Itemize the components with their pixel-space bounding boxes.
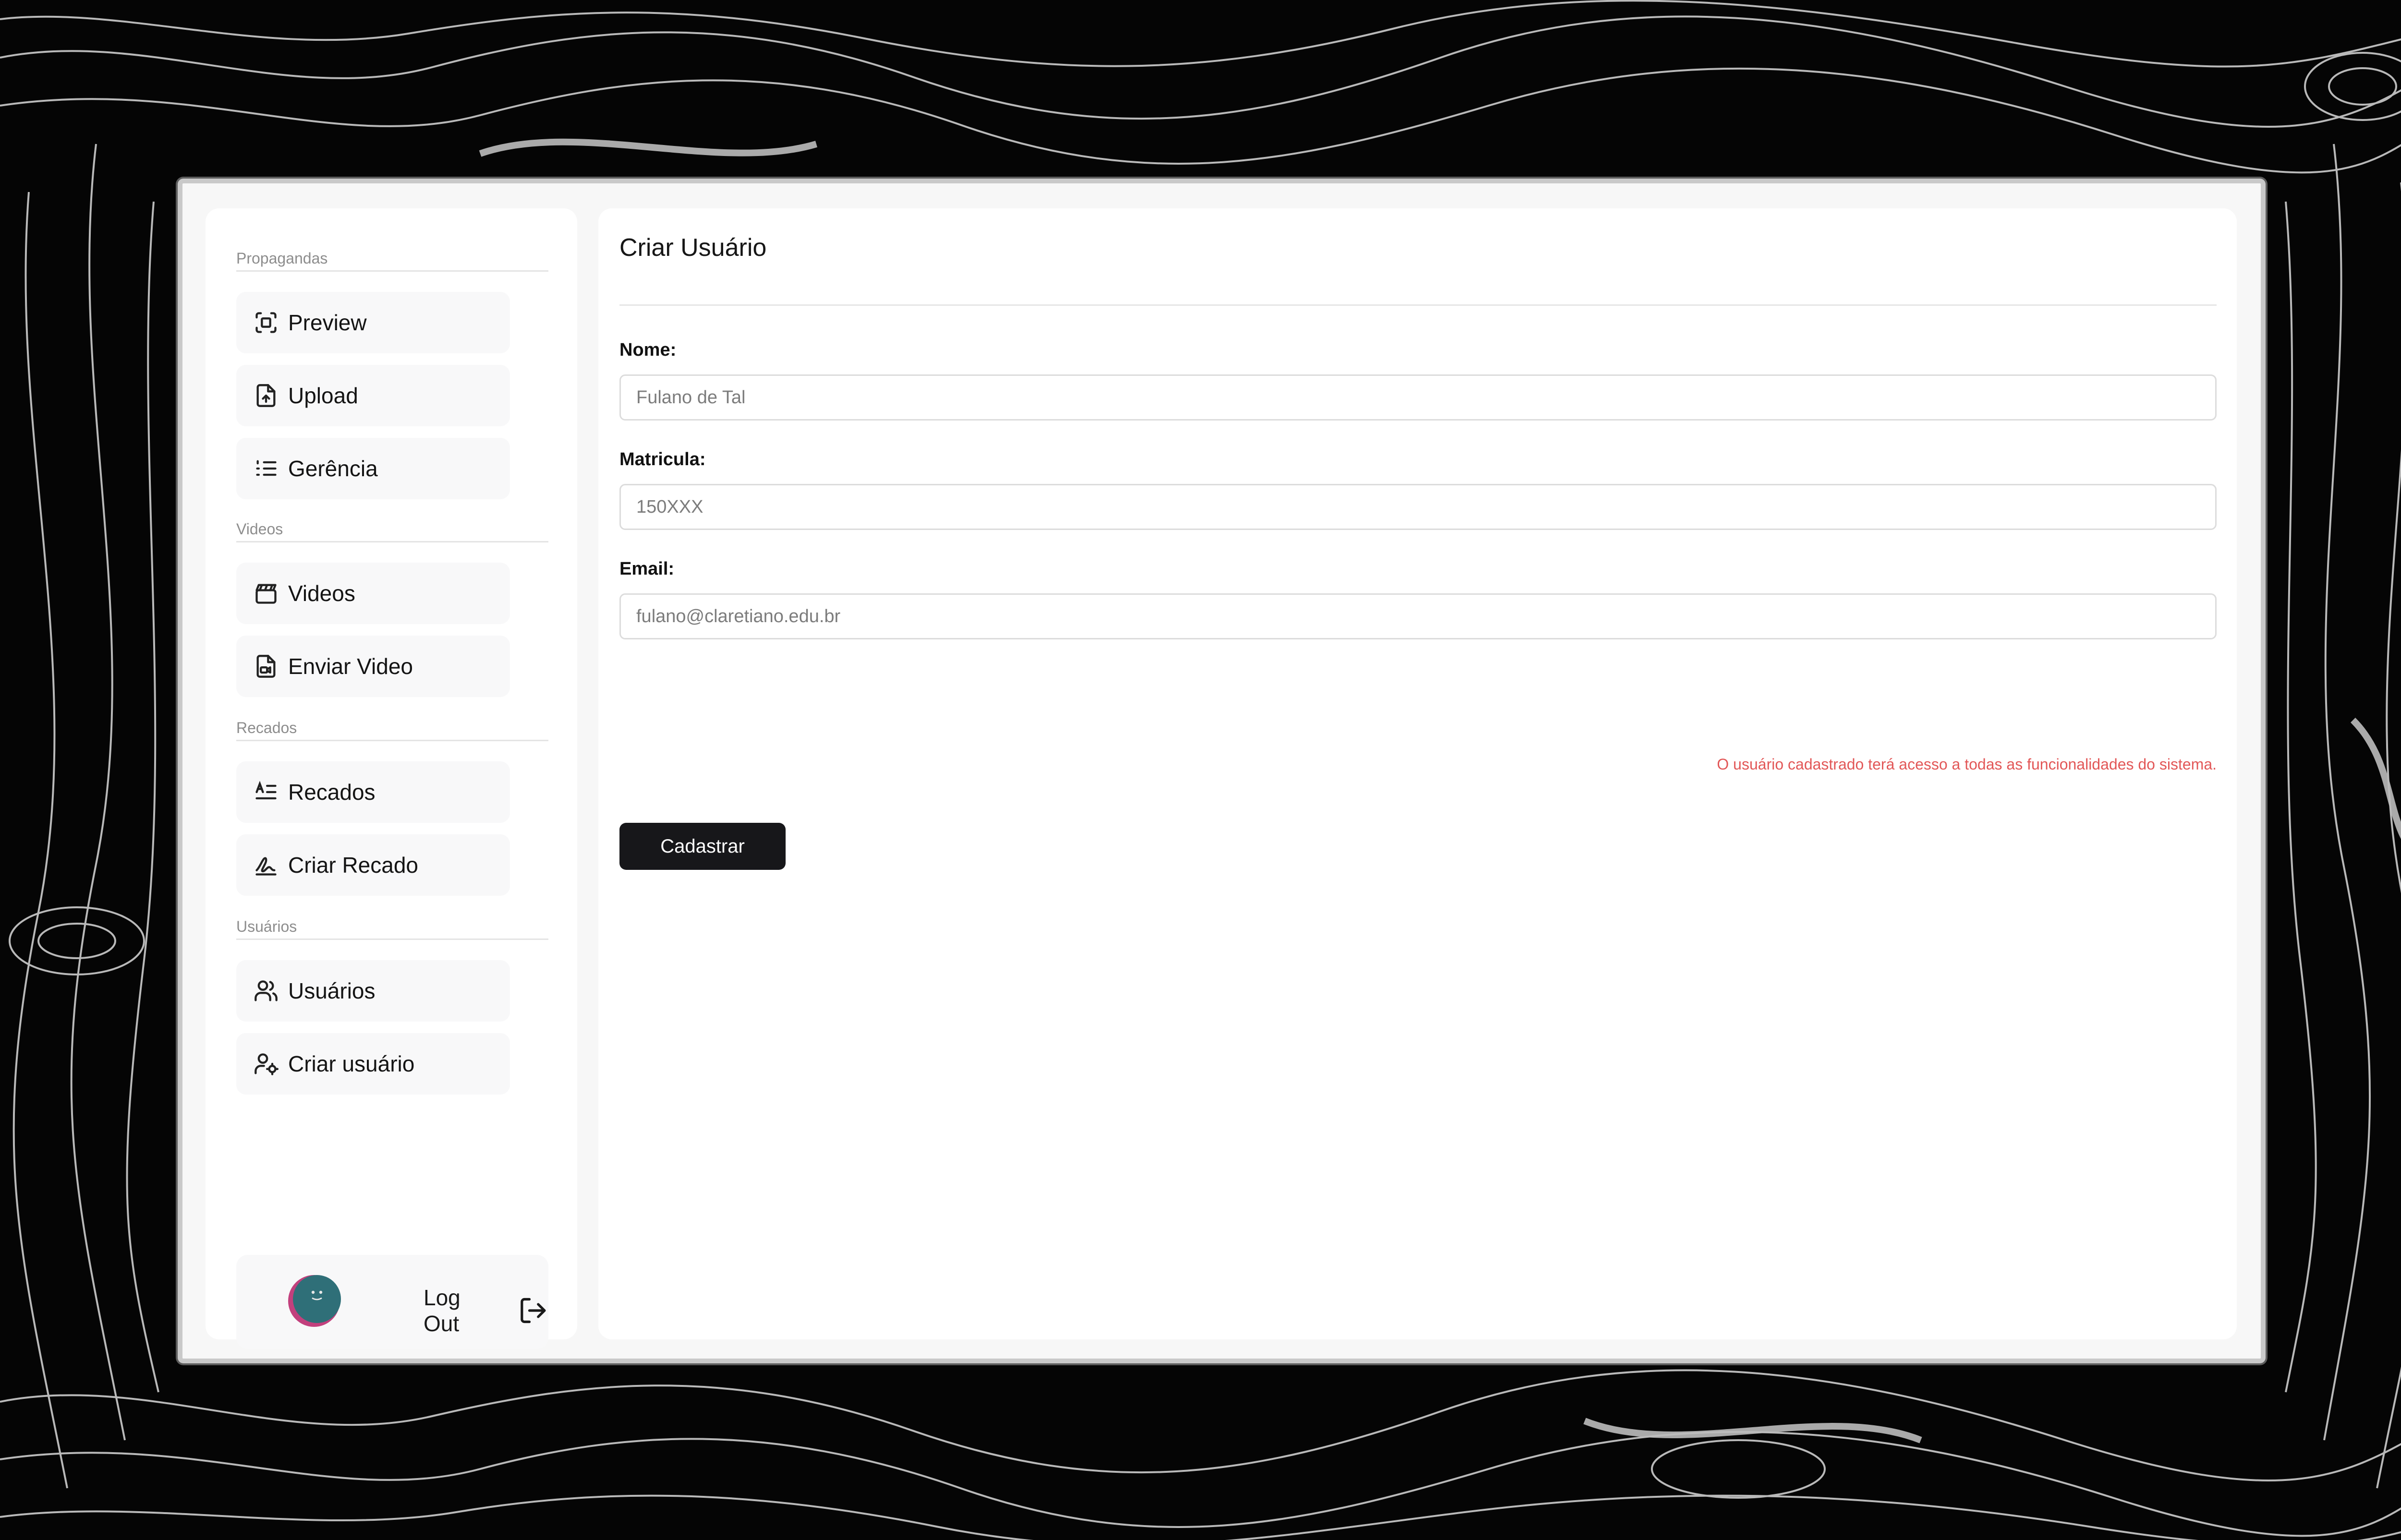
avatar[interactable]	[287, 1274, 341, 1328]
sidebar-item-preview[interactable]: Preview	[236, 292, 510, 353]
section-label-recados: Recados	[236, 719, 548, 741]
name-field[interactable]	[619, 374, 2217, 421]
sidebar-item-videos[interactable]: Videos	[236, 563, 510, 624]
section-label-usuarios: Usuários	[236, 918, 548, 940]
app-window: Propagandas Preview Upload Gerência Vide…	[178, 179, 2266, 1363]
main-panel: Criar Usuário Nome: Matricula: Email: O …	[598, 208, 2237, 1339]
section-label-propagandas: Propagandas	[236, 250, 548, 272]
list-icon	[254, 456, 279, 481]
logout-button[interactable]: Log Out	[424, 1285, 548, 1336]
sidebar-item-label: Criar Recado	[288, 853, 418, 878]
sidebar-item-label: Usuários	[288, 978, 376, 1003]
sidebar-item-label: Upload	[288, 383, 358, 408]
email-field[interactable]	[619, 593, 2217, 639]
section-label-videos: Videos	[236, 520, 548, 542]
email-label: Email:	[619, 559, 675, 579]
sidebar-item-label: Gerência	[288, 456, 378, 481]
logout-icon	[521, 1298, 546, 1323]
sidebar-item-usuarios[interactable]: Usuários	[236, 960, 510, 1022]
sidebar-item-enviar-video[interactable]: Enviar Video	[236, 636, 510, 697]
sidebar-item-label: Recados	[288, 780, 376, 805]
cadastrar-button[interactable]: Cadastrar	[619, 823, 786, 870]
sidebar-item-label: Preview	[288, 310, 367, 335]
sidebar: Propagandas Preview Upload Gerência Vide…	[206, 208, 577, 1349]
user-cog-icon	[254, 1051, 279, 1076]
sidebar-item-label: Criar usuário	[288, 1051, 415, 1076]
sidebar-item-gerencia[interactable]: Gerência	[236, 438, 510, 499]
profile-card: Log Out	[236, 1255, 548, 1349]
sidebar-item-recados[interactable]: Recados	[236, 761, 510, 823]
users-icon	[254, 978, 279, 1003]
sidebar-item-criar-recado[interactable]: Criar Recado	[236, 834, 510, 896]
text-lines-icon	[254, 780, 279, 805]
clapperboard-icon	[254, 581, 279, 606]
sidebar-item-criar-usuario[interactable]: Criar usuário	[236, 1033, 510, 1095]
sidebar-item-label: Enviar Video	[288, 654, 413, 679]
matricula-field[interactable]	[619, 484, 2217, 530]
file-upload-icon	[254, 383, 279, 408]
name-label: Nome:	[619, 340, 677, 360]
sidebar-item-upload[interactable]: Upload	[236, 365, 510, 426]
title-divider	[619, 304, 2217, 306]
matricula-label: Matricula:	[619, 449, 706, 469]
signature-icon	[254, 853, 279, 878]
logout-label: Log Out	[424, 1285, 461, 1336]
scan-icon	[254, 310, 279, 335]
sidebar-item-label: Videos	[288, 581, 355, 606]
file-video-icon	[254, 654, 279, 679]
page-title: Criar Usuário	[619, 234, 767, 262]
access-notice: O usuário cadastrado terá acesso a todas…	[1717, 756, 2217, 773]
